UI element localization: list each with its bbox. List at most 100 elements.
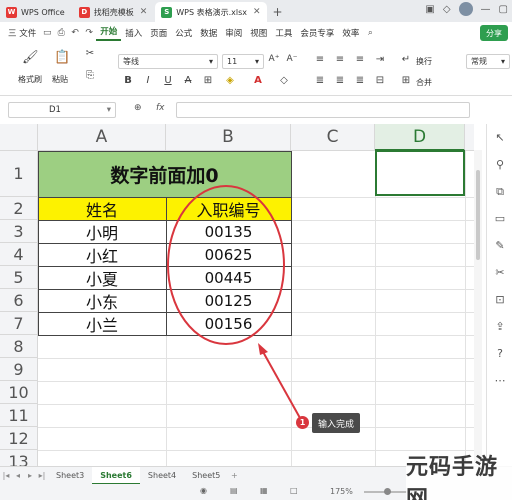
align-middle-icon[interactable]: ≡: [332, 54, 348, 68]
italic-icon[interactable]: I: [140, 75, 156, 89]
align-top-icon[interactable]: ≡: [312, 54, 328, 68]
format-painter-label[interactable]: 格式刷: [18, 74, 42, 85]
scrollbar-thumb[interactable]: [476, 170, 480, 260]
menu-home[interactable]: 开始: [96, 25, 122, 41]
row-header[interactable]: 4: [0, 243, 38, 266]
select-all-corner[interactable]: [0, 124, 38, 151]
sheet-tab[interactable]: Sheet4: [140, 467, 184, 485]
menu-member[interactable]: 会员专享: [296, 27, 338, 39]
bold-icon[interactable]: B: [120, 75, 136, 89]
backup-icon[interactable]: ⊡: [487, 286, 512, 313]
view-page-icon[interactable]: ▦: [260, 486, 268, 495]
paste-label[interactable]: 粘贴: [52, 74, 68, 85]
last-sheet-icon[interactable]: ▸|: [36, 471, 48, 480]
row-header[interactable]: 11: [0, 404, 38, 427]
font-grow-icon[interactable]: A⁺: [266, 54, 282, 68]
cube-icon[interactable]: ◇: [443, 4, 451, 15]
sheet-tab[interactable]: Sheet5: [184, 467, 228, 485]
row-header[interactable]: 6: [0, 289, 38, 312]
row-header[interactable]: 12: [0, 427, 38, 450]
minimize-icon[interactable]: —: [481, 4, 491, 15]
copy-icon[interactable]: ⎘: [82, 70, 98, 84]
column-header-d[interactable]: D: [375, 124, 465, 151]
share-button[interactable]: 分享: [480, 25, 508, 41]
sheet-tab[interactable]: Sheet3: [48, 467, 92, 485]
view-reading-icon[interactable]: □: [290, 486, 298, 495]
border-icon[interactable]: ⊞: [200, 75, 216, 89]
align-right-icon[interactable]: ≣: [352, 75, 368, 89]
clear-format-icon[interactable]: ◇: [276, 75, 292, 89]
underline-icon[interactable]: U: [160, 75, 176, 89]
row-header[interactable]: 8: [0, 335, 38, 358]
view-normal-icon[interactable]: ◉: [200, 486, 207, 495]
close-icon[interactable]: ✕: [253, 7, 261, 17]
menu-insert[interactable]: 插入: [121, 27, 146, 39]
cut-icon[interactable]: ✂: [82, 48, 98, 62]
indent-icon[interactable]: ⇥: [372, 54, 388, 68]
sheet-tab-active[interactable]: Sheet6: [92, 466, 140, 485]
row-header[interactable]: 7: [0, 312, 38, 335]
menu-file[interactable]: 三 文件: [4, 27, 40, 39]
row-header[interactable]: 9: [0, 358, 38, 381]
zoom-level[interactable]: 175%: [330, 487, 353, 496]
column-header-b[interactable]: B: [166, 124, 291, 151]
row-header[interactable]: 1: [0, 151, 38, 197]
first-sheet-icon[interactable]: |◂: [0, 471, 12, 480]
next-sheet-icon[interactable]: ▸: [24, 471, 36, 480]
align-bottom-icon[interactable]: ≡: [352, 54, 368, 68]
font-shrink-icon[interactable]: A⁻: [284, 54, 300, 68]
formula-input[interactable]: [176, 102, 470, 118]
avatar[interactable]: [458, 2, 473, 16]
column-header-a[interactable]: A: [38, 124, 166, 151]
menu-page[interactable]: 页面: [146, 27, 171, 39]
maximize-icon[interactable]: ▢: [499, 4, 508, 15]
row-header[interactable]: 13: [0, 450, 38, 466]
column-header-e[interactable]: [465, 124, 474, 151]
font-name-select[interactable]: 等线 ▾: [118, 54, 218, 69]
spreadsheet-grid[interactable]: A B C D 1 2 3 4 5 6 7 8 9 10 11 12 13 数字…: [0, 124, 474, 466]
align-center-icon[interactable]: ≣: [332, 75, 348, 89]
redo-icon[interactable]: ↷: [82, 28, 96, 38]
tab-wps-office[interactable]: W WPS Office: [0, 2, 71, 22]
help-icon[interactable]: ?: [487, 340, 512, 367]
save-icon[interactable]: ▭: [40, 28, 54, 38]
menu-tools[interactable]: 工具: [271, 27, 296, 39]
merge-label[interactable]: 合并: [416, 77, 432, 88]
undo-icon[interactable]: ↶: [68, 28, 82, 38]
row-header[interactable]: 5: [0, 266, 38, 289]
format-painter-icon[interactable]: 🖌: [22, 50, 39, 65]
vertical-scrollbar[interactable]: [474, 150, 482, 466]
prev-sheet-icon[interactable]: ◂: [12, 471, 24, 480]
fx-icon[interactable]: fx: [156, 103, 165, 113]
tools-icon[interactable]: ✂: [487, 259, 512, 286]
menu-data[interactable]: 数据: [196, 27, 221, 39]
print-icon[interactable]: ⎙: [54, 28, 68, 38]
close-icon[interactable]: ✕: [140, 7, 148, 17]
font-size-select[interactable]: 11 ▾: [222, 54, 264, 69]
view-layout-icon[interactable]: ▤: [230, 486, 238, 495]
wrap-icon[interactable]: ↵: [398, 54, 414, 68]
search-icon[interactable]: ⌕: [363, 28, 377, 38]
share-icon[interactable]: ⇪: [487, 313, 512, 340]
add-sheet-icon[interactable]: +: [228, 471, 240, 480]
shape-icon[interactable]: ⧉: [487, 178, 512, 205]
menu-review[interactable]: 审阅: [221, 27, 246, 39]
selected-cell-d1[interactable]: [375, 150, 465, 196]
font-color-icon[interactable]: A: [250, 75, 266, 89]
strikethrough-icon[interactable]: A: [180, 75, 196, 89]
row-header[interactable]: 3: [0, 220, 38, 243]
comment-icon[interactable]: ▭: [487, 205, 512, 232]
window-list-icon[interactable]: ▣: [425, 4, 434, 15]
column-header-c[interactable]: C: [291, 124, 375, 151]
style-icon[interactable]: ⚲: [487, 151, 512, 178]
number-format-select[interactable]: 常规 ▾: [466, 54, 510, 69]
fill-color-icon[interactable]: ◈: [222, 75, 238, 89]
tab-template[interactable]: D 找稻壳模板 ✕: [73, 2, 154, 22]
align-left-icon[interactable]: ≣: [312, 75, 328, 89]
menu-efficiency[interactable]: 效率: [338, 27, 363, 39]
merge-icon[interactable]: ⊞: [398, 75, 414, 89]
zoom-slider-handle[interactable]: [384, 488, 391, 495]
edit-icon[interactable]: ✎: [487, 232, 512, 259]
zoom-icon[interactable]: ⊕: [134, 103, 142, 113]
new-tab-icon[interactable]: +: [269, 2, 287, 22]
